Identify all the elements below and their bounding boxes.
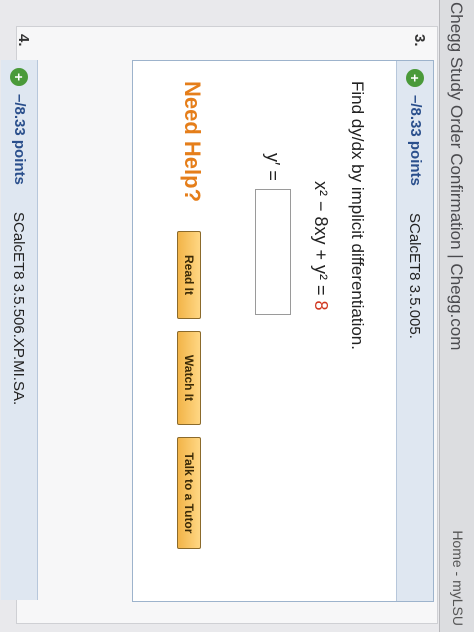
question-header: + –/8.33 points SCalcET8 3.5.005. <box>396 61 433 601</box>
answer-label: y′ = <box>263 153 283 181</box>
browser-title-bar: Chegg Study Order Confirmation | Chegg.c… <box>439 0 474 632</box>
window-title: Chegg Study Order Confirmation | Chegg.c… <box>447 2 466 351</box>
watch-it-button[interactable]: Watch It <box>177 331 201 425</box>
equation-rhs: 8 <box>311 300 331 311</box>
screen: Chegg Study Order Confirmation | Chegg.c… <box>0 0 474 632</box>
question-card: + –/8.33 points SCalcET8 3.5.005. Find d… <box>132 60 434 602</box>
answer-input[interactable] <box>255 189 291 315</box>
question-prompt: Find dy/dx by implicit differentiation. <box>348 81 367 350</box>
points-label-next: –/8.33 points <box>11 94 28 185</box>
read-it-button[interactable]: Read It <box>177 231 201 319</box>
points-label: –/8.33 points <box>407 95 424 186</box>
question-code-next: SCalcET8 3.5.506.XP.MI.SA. <box>10 212 27 406</box>
question-number-next: 4. <box>15 34 32 47</box>
question-code: SCalcET8 3.5.005. <box>406 213 423 339</box>
plus-circle-icon[interactable]: + <box>10 68 28 86</box>
equation: x² − 8xy + y² = 8 <box>310 181 331 311</box>
home-link[interactable]: Home - myLSU <box>450 530 466 626</box>
talk-to-tutor-button[interactable]: Talk to a Tutor <box>177 437 201 549</box>
next-question-header: + –/8.33 points SCalcET8 3.5.506.XP.MI.S… <box>1 60 38 600</box>
need-help-label: Need Help? <box>180 81 205 203</box>
equation-lhs: x² − 8xy + y² = <box>311 181 331 301</box>
plus-circle-icon[interactable]: + <box>406 69 424 87</box>
question-number: 3. <box>411 34 428 47</box>
